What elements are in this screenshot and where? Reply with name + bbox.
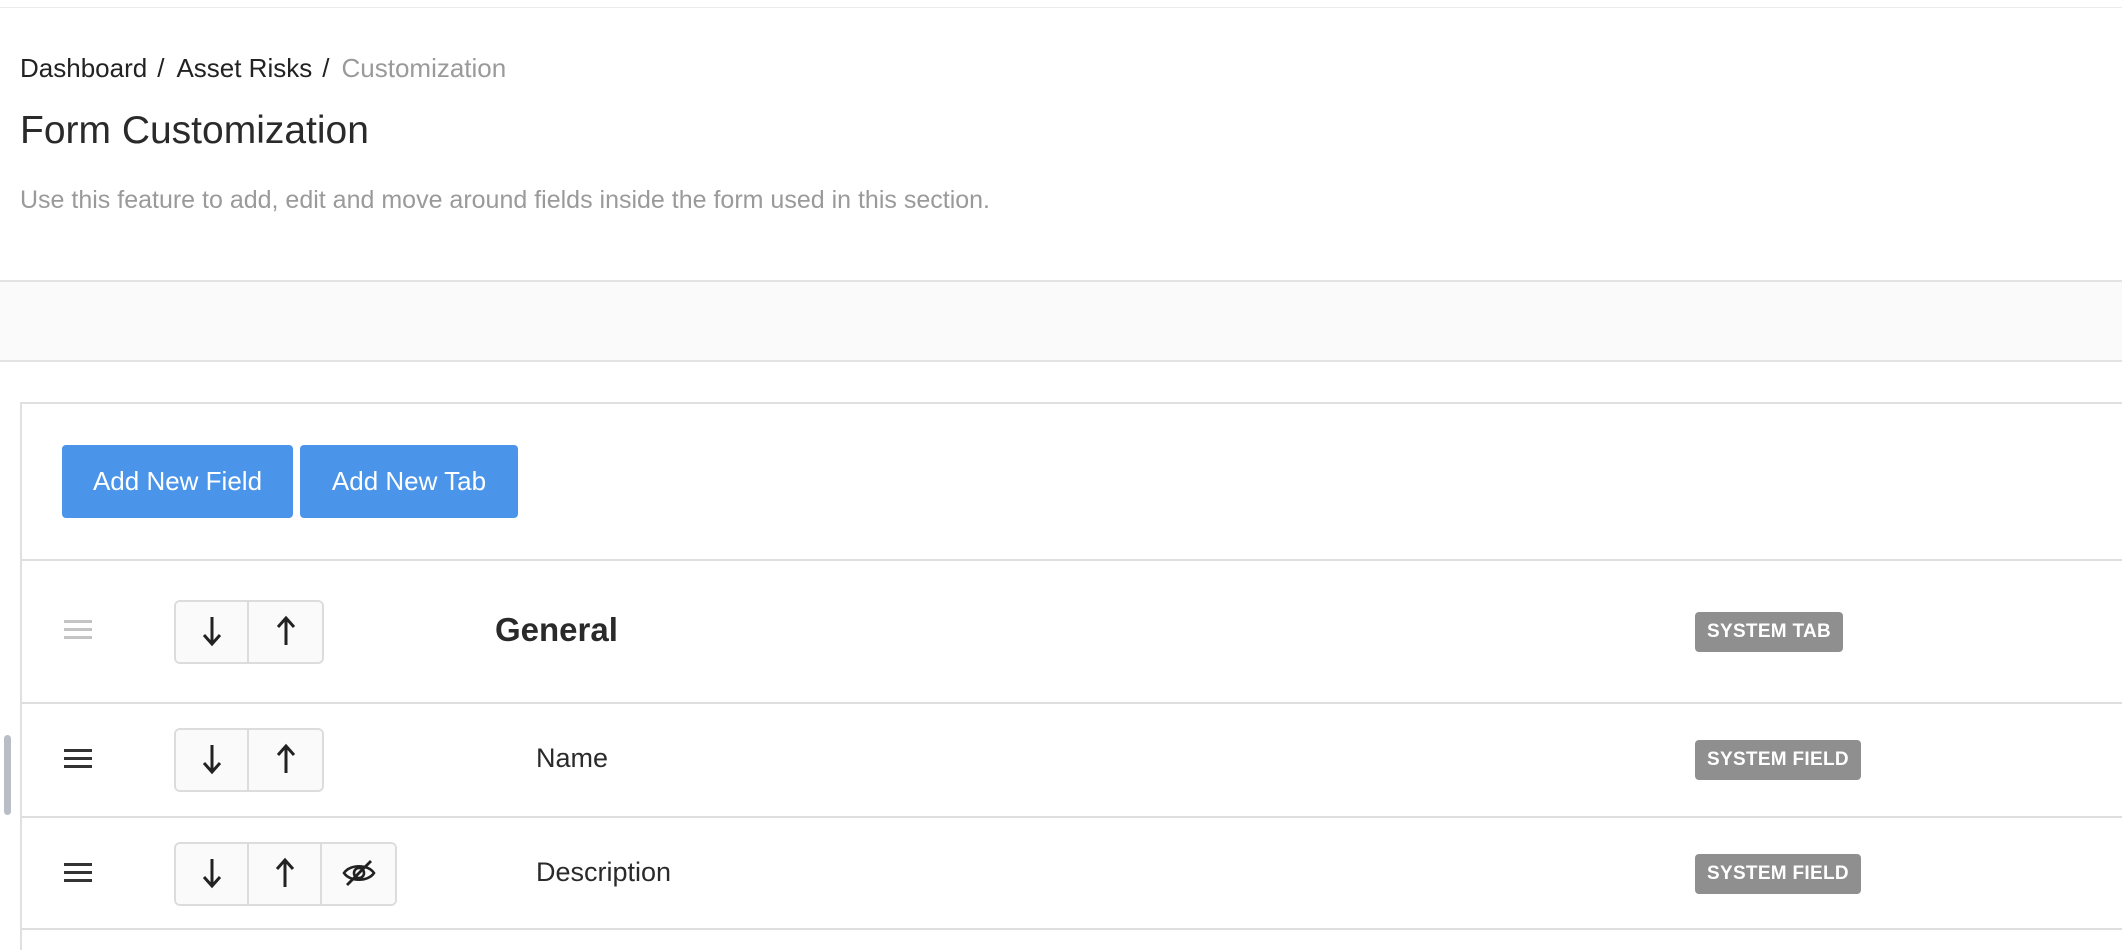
drag-handle-icon[interactable] xyxy=(62,861,98,887)
arrow-down-icon xyxy=(200,614,224,651)
move-down-button[interactable] xyxy=(176,844,249,904)
system-field-badge: SYSTEM FIELD xyxy=(1695,854,1861,894)
form-row-tab: General SYSTEM TAB xyxy=(22,559,2122,702)
arrow-up-icon xyxy=(274,614,298,651)
move-down-button[interactable] xyxy=(176,730,249,790)
add-new-tab-button[interactable]: Add New Tab xyxy=(300,445,518,518)
system-field-badge: SYSTEM FIELD xyxy=(1695,740,1861,780)
arrow-up-icon xyxy=(273,856,297,893)
system-tab-badge: SYSTEM TAB xyxy=(1695,612,1844,652)
toggle-visibility-button[interactable] xyxy=(322,844,395,904)
form-row-field: Description SYSTEM FIELD xyxy=(22,816,2122,930)
page-description: Use this feature to add, edit and move a… xyxy=(20,186,990,214)
row-name: Name xyxy=(536,743,609,773)
move-down-button[interactable] xyxy=(176,602,249,662)
row-controls xyxy=(174,842,397,906)
add-new-field-button[interactable]: Add New Field xyxy=(62,445,293,518)
breadcrumb-item-dashboard[interactable]: Dashboard xyxy=(20,50,147,86)
breadcrumb-separator: / xyxy=(322,53,330,83)
breadcrumb-separator: / xyxy=(157,53,165,83)
page-title: Form Customization xyxy=(20,109,369,152)
arrow-down-icon xyxy=(200,742,224,779)
arrow-up-icon xyxy=(274,742,298,779)
move-up-button[interactable] xyxy=(249,730,322,790)
row-controls xyxy=(174,728,324,792)
breadcrumb-item-asset-risks[interactable]: Asset Risks xyxy=(176,50,312,86)
breadcrumb-current: Customization xyxy=(341,53,507,83)
page: Dashboard / Asset Risks / Customization … xyxy=(0,0,2122,950)
arrow-down-icon xyxy=(200,856,224,893)
form-row-field: Name SYSTEM FIELD xyxy=(22,702,2122,816)
move-up-button[interactable] xyxy=(249,602,322,662)
form-customization-panel: Add New Field Add New Tab General SYSTEM… xyxy=(20,402,2122,950)
move-up-button[interactable] xyxy=(249,844,322,904)
toolbar-strip xyxy=(0,280,2122,362)
scrollbar-thumb[interactable] xyxy=(4,735,11,815)
eye-slash-icon xyxy=(341,858,377,891)
drag-handle-icon[interactable] xyxy=(62,618,98,644)
drag-handle-icon[interactable] xyxy=(62,747,98,773)
row-controls xyxy=(174,600,324,664)
row-name: General xyxy=(495,611,618,648)
top-divider xyxy=(0,7,2122,8)
breadcrumb: Dashboard / Asset Risks / Customization xyxy=(20,50,506,86)
row-name: Description xyxy=(536,857,672,887)
